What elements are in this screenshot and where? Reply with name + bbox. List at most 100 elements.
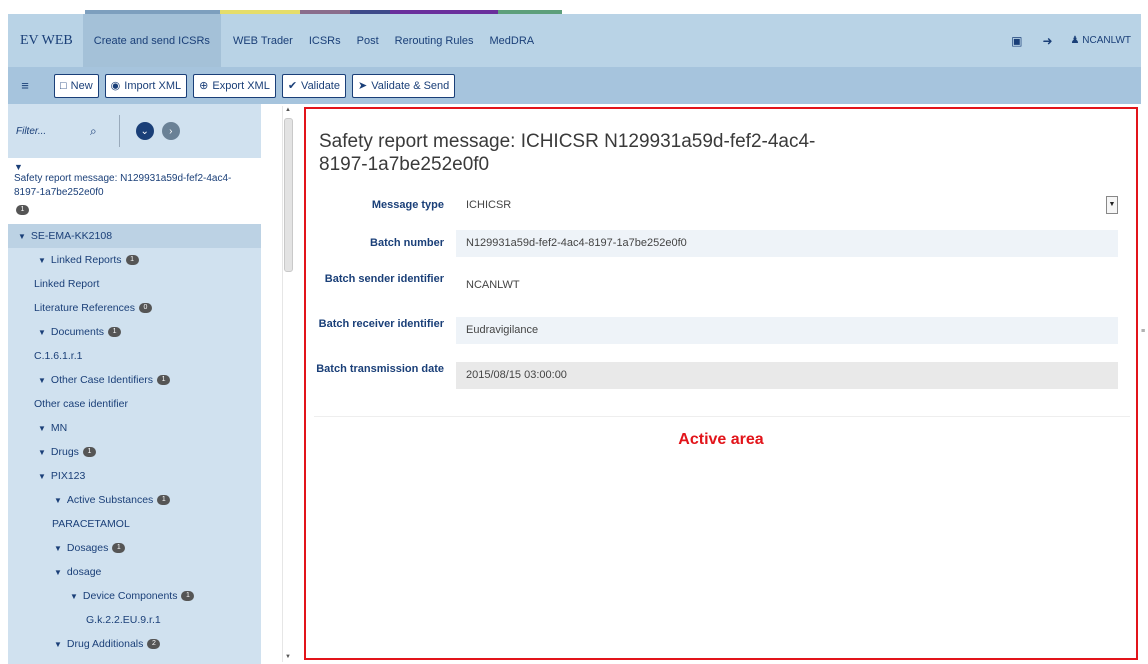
message-type-label: Message type xyxy=(371,199,444,211)
import-xml-button[interactable]: ◉ Import XML xyxy=(104,73,188,98)
count-badge: 1 xyxy=(108,327,122,337)
chevron-down-icon[interactable]: ▼ xyxy=(54,544,62,553)
tree-item-label: Drugs xyxy=(50,446,79,458)
scroll-up-arrow-icon[interactable]: ▲ xyxy=(285,107,291,113)
file-icon: □ xyxy=(60,79,67,92)
check-icon: ✔ xyxy=(287,80,298,92)
chevron-down-icon[interactable]: ▼ xyxy=(14,162,255,172)
hamburger-icon[interactable] xyxy=(14,78,36,93)
active-area-frame: Safety report message: ICHICSR N129931a5… xyxy=(304,107,1138,660)
tree-item[interactable]: PARACETAMOL xyxy=(8,512,261,536)
batch-sender-identifier-value: NCANLWT xyxy=(466,279,520,291)
chevron-down-icon[interactable]: ▼ xyxy=(1106,196,1118,214)
nav-meddra[interactable]: MedDRA xyxy=(482,14,543,67)
top-navigation: EV WEB Create and send ICSRs WEB Trader … xyxy=(8,14,1141,67)
tree-item-label: Documents xyxy=(50,326,105,338)
tree-list: ▼ SE-EMA-KK2108 ▼ Linked Reports 1 Linked Rep… xyxy=(8,224,261,656)
collapse-all-icon[interactable]: › xyxy=(161,122,180,140)
tree-item[interactable]: ▼ Dosages 1 xyxy=(8,536,261,560)
chevron-down-icon[interactable]: ▼ xyxy=(54,640,62,649)
tree-item-label: Dosages xyxy=(66,542,109,554)
tree-item[interactable]: ▼ Active Substances 1 xyxy=(8,488,261,512)
new-button-label: New xyxy=(70,79,93,92)
chevron-down-icon[interactable]: ▼ xyxy=(38,376,46,385)
validate-send-button[interactable]: ➤ Validate & Send xyxy=(351,73,456,98)
tree-item[interactable]: C.1.6.1.r.1 xyxy=(8,344,261,368)
logout-icon[interactable]: ➜ xyxy=(1042,34,1052,48)
message-type-value: ICHICSR xyxy=(466,199,512,211)
tree-item-label: PARACETAMOL xyxy=(52,518,130,530)
validate-button[interactable]: ✔ Validate xyxy=(281,73,346,98)
tree-item-label: G.k.2.2.EU.9.r.1 xyxy=(86,614,161,626)
validate-send-label: Validate & Send xyxy=(371,79,450,92)
expand-all-icon[interactable]: ⌄ xyxy=(135,122,154,140)
batch-receiver-identifier-field[interactable]: Eudravigilance xyxy=(456,317,1118,344)
tree-item-label: SE-EMA-KK2108 xyxy=(30,230,113,242)
batch-sender-identifier-field[interactable]: NCANLWT xyxy=(456,272,1118,299)
search-icon[interactable]: ⌕ xyxy=(90,124,97,139)
tree-item[interactable]: ▼ PIX123 xyxy=(8,464,261,488)
filter-divider xyxy=(118,115,120,147)
tree-item[interactable]: ▼ Drugs 1 xyxy=(8,440,261,464)
tree-item[interactable]: ▼ Device Components 1 xyxy=(8,584,261,608)
chevron-down-icon[interactable]: ▼ xyxy=(54,568,62,577)
username: NCANLWT xyxy=(1082,35,1131,46)
tree-item[interactable]: ▼ MN xyxy=(8,416,261,440)
batch-transmission-date-field[interactable]: 2015/08/15 03:00:00 xyxy=(456,362,1118,389)
nav-post[interactable]: Post xyxy=(349,14,387,67)
export-xml-button[interactable]: ⊕ Export XML xyxy=(193,73,276,98)
export-xml-label: Export XML xyxy=(212,79,270,92)
tree-item[interactable]: Linked Report xyxy=(8,272,261,296)
nav-icsrs[interactable]: ICSRs xyxy=(301,14,349,67)
tree-item[interactable]: ▼ dosage xyxy=(8,560,261,584)
window-right-edge: ≡ xyxy=(1141,0,1148,664)
scrollbar-thumb[interactable] xyxy=(284,118,293,272)
nav-web-trader[interactable]: WEB Trader xyxy=(225,14,301,67)
batch-receiver-identifier-label: Batch receiver identifier xyxy=(318,318,444,330)
nav-create-send-icsrs[interactable]: Create and send ICSRs xyxy=(82,14,221,67)
import-xml-label: Import XML xyxy=(124,79,182,92)
user-menu[interactable]: ♟ NCANLWT xyxy=(1071,35,1131,46)
tree-item-label: Linked Reports xyxy=(50,254,122,266)
chevron-down-icon[interactable]: ▼ xyxy=(18,232,26,241)
message-form-card: Safety report message: ICHICSR N129931a5… xyxy=(314,117,1130,417)
chevron-down-icon[interactable]: ▼ xyxy=(54,496,62,505)
tree-item[interactable]: Literature References 0 xyxy=(8,296,261,320)
tree-item[interactable]: ▼ Documents 1 xyxy=(8,320,261,344)
count-badge: 1 xyxy=(82,447,96,457)
chevron-down-icon[interactable]: ▼ xyxy=(38,424,46,433)
batch-receiver-identifier-value: Eudravigilance xyxy=(466,324,539,336)
chevron-down-icon[interactable]: ▼ xyxy=(38,448,46,457)
brand-link[interactable]: EV WEB xyxy=(8,14,83,67)
sidebar-tree-panel: Filter... ⌕ ⌄ › ▼ Safety report message:… xyxy=(8,104,261,664)
chevron-down-icon[interactable]: ▼ xyxy=(38,472,46,481)
page-title: Safety report message: ICHICSR N129931a5… xyxy=(319,131,816,175)
batch-number-label: Batch number xyxy=(370,237,444,249)
tree-item[interactable]: ▼ Other Case Identifiers 1 xyxy=(8,368,261,392)
chevron-down-icon[interactable]: ▼ xyxy=(70,592,78,601)
chevron-down-icon[interactable]: ▼ xyxy=(38,256,46,265)
tree-root-node[interactable]: ▼ Safety report message: N129931a59d-fef… xyxy=(8,158,261,224)
tree-item[interactable]: ▼ Drug Additionals 2 xyxy=(8,632,261,656)
tree-item-label: Other case identifier xyxy=(34,398,128,410)
tree-item[interactable]: Other case identifier xyxy=(8,392,261,416)
message-type-select[interactable]: ICHICSR ▼ xyxy=(456,192,1118,219)
filter-input[interactable]: Filter... xyxy=(16,126,86,137)
new-button[interactable]: □ New xyxy=(54,73,99,98)
chevron-down-icon[interactable]: ▼ xyxy=(38,328,46,337)
count-badge: 1 xyxy=(181,591,195,601)
tree-item-label: MN xyxy=(50,422,68,434)
resize-grip-icon[interactable]: ≡ xyxy=(1141,328,1145,335)
tree-item[interactable]: ▼ SE-EMA-KK2108 xyxy=(8,224,261,248)
batch-number-field[interactable]: N129931a59d-fef2-4ac4-8197-1a7be252e0f0 xyxy=(456,230,1118,257)
tree-item-label: Drug Additionals xyxy=(66,638,144,650)
briefcase-icon[interactable]: ▣ xyxy=(1011,34,1022,48)
scroll-down-arrow-icon[interactable]: ▼ xyxy=(285,654,291,660)
tree-item[interactable]: G.k.2.2.EU.9.r.1 xyxy=(8,608,261,632)
batch-transmission-date-label: Batch transmission date xyxy=(316,363,444,375)
count-badge: 0 xyxy=(138,303,152,313)
tree-item[interactable]: ▼ Linked Reports 1 xyxy=(8,248,261,272)
nav-rerouting-rules[interactable]: Rerouting Rules xyxy=(387,14,482,67)
export-icon: ⊕ xyxy=(199,80,209,92)
count-badge: 2 xyxy=(147,639,161,649)
